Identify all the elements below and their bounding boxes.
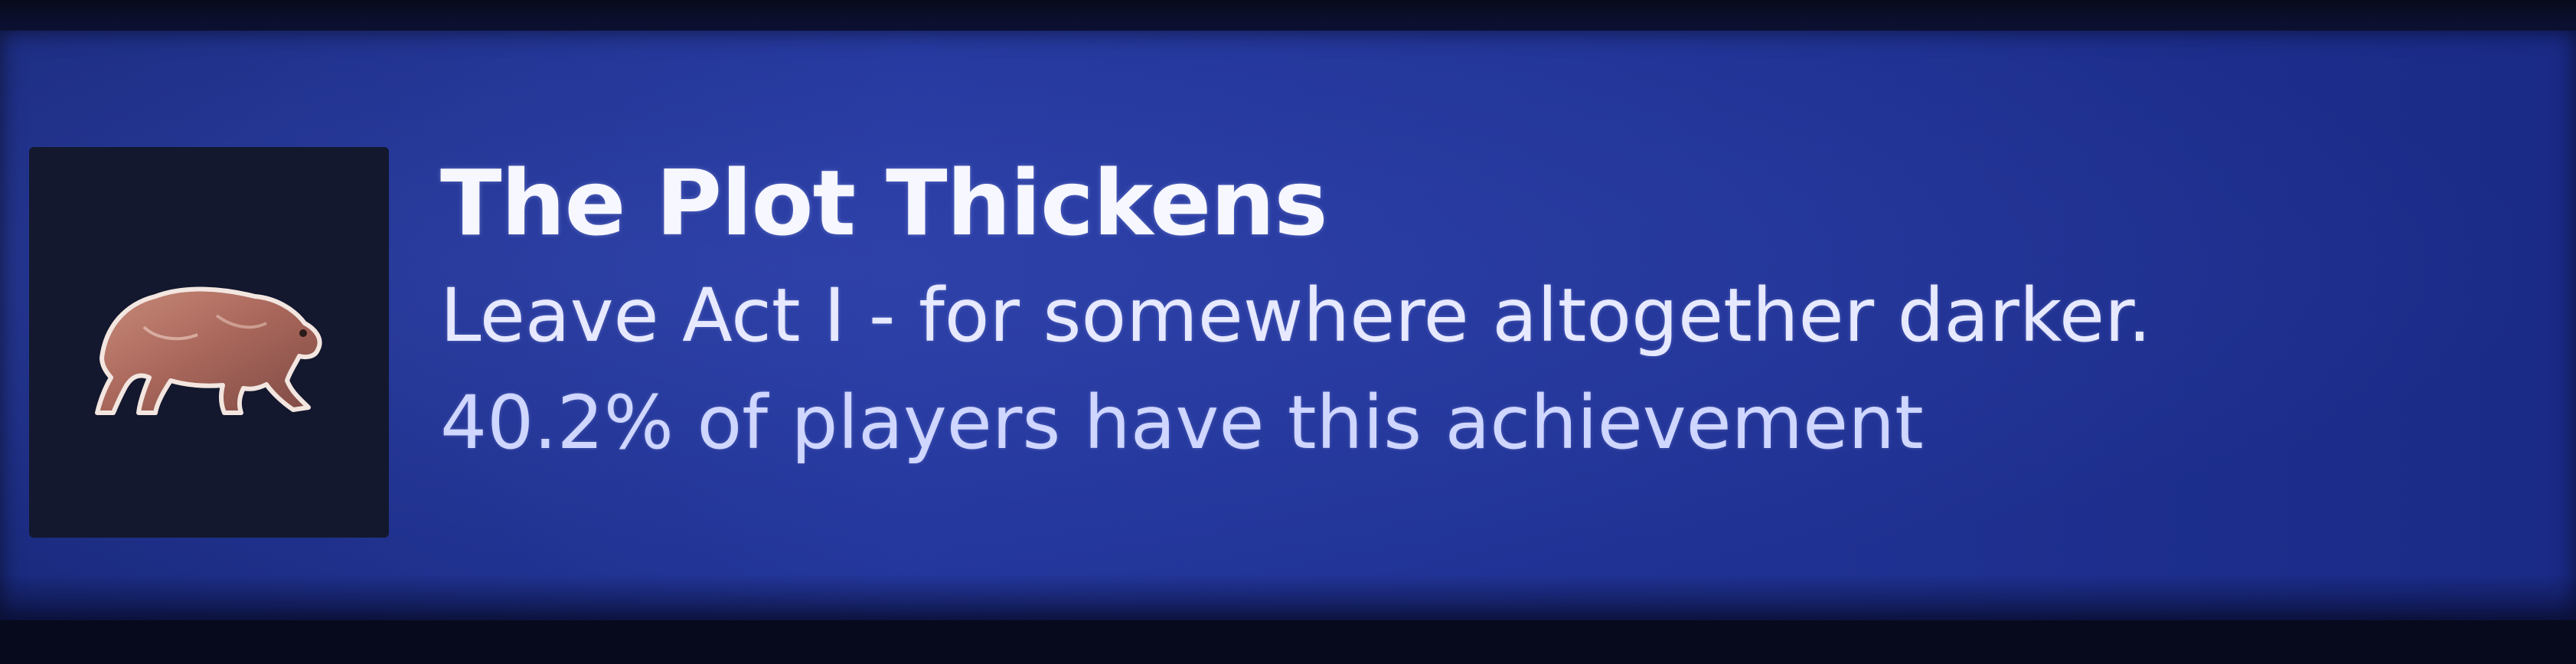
achievement-notification[interactable]: The Plot Thickens Leave Act I - for some… [0, 31, 2576, 620]
screen: The Plot Thickens Leave Act I - for some… [0, 0, 2576, 664]
achievement-description: Leave Act I - for somewhere altogether d… [440, 273, 2152, 358]
bear-icon [95, 286, 322, 415]
bottom-edge [0, 620, 2576, 664]
achievement-text: The Plot Thickens Leave Act I - for some… [440, 146, 2507, 475]
achievement-icon-frame [29, 147, 389, 538]
achievement-title: The Plot Thickens [440, 150, 1328, 256]
achievement-rarity: 40.2% of players have this achievement [440, 380, 1924, 466]
